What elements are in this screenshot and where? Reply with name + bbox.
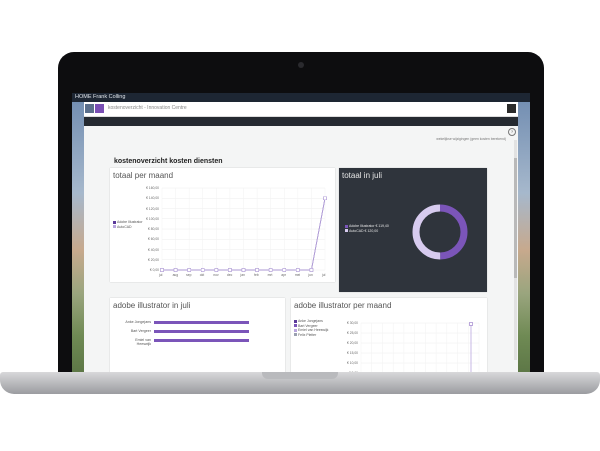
data-point [214, 268, 219, 272]
home-link[interactable]: HOME Frank Colling [75, 93, 125, 102]
data-point [282, 268, 286, 272]
donut-slice [439, 204, 468, 260]
data-point [323, 196, 327, 200]
help-icon[interactable]: ? [508, 128, 516, 136]
laptop-notch [262, 372, 338, 379]
data-point [241, 268, 246, 272]
line-chart-illustrator-per-maand [360, 322, 480, 374]
data-point [309, 268, 314, 272]
scrollbar-thumb[interactable] [514, 158, 517, 278]
data-point [201, 268, 205, 272]
nav-bar [84, 117, 518, 126]
data-point [268, 268, 273, 272]
app-window: kostenoverzicht - Innovation Centre ? we… [84, 102, 518, 379]
card-illustrator-per-maand: adobe illustrator per maand Anke Jongeja… [291, 298, 487, 379]
laptop-screen: HOME Frank Colling kostenoverzicht - Inn… [72, 93, 530, 379]
data-point [255, 268, 259, 272]
bar-label: Bart Vergeer [130, 329, 151, 333]
bar[interactable] [154, 339, 249, 342]
breadcrumb: kostenoverzicht - Innovation Centre [108, 105, 187, 111]
card-totaal-per-maand: totaal per maand Adobe Illustrator AutoC… [110, 168, 335, 282]
webcam-icon [298, 62, 304, 68]
data-point [173, 268, 178, 272]
app-logo-icon[interactable] [85, 104, 94, 113]
data-point [469, 322, 473, 326]
card-totaal-in-juli: totaal in juli Adobe Illustrator € 119,4… [339, 168, 487, 292]
data-point [160, 268, 164, 272]
data-point [228, 268, 232, 272]
card-title: adobe illustrator in juli [113, 301, 191, 310]
bar[interactable] [154, 330, 249, 333]
bar-label: Anke Jongejans [125, 320, 151, 324]
browser-topbar: HOME Frank Colling [72, 93, 530, 102]
bar-label: Emiel van Heeswijk [135, 338, 151, 346]
header-subtext: wekelijkse wijzigingen (geen kosten bere… [436, 137, 506, 141]
app-secondary-logo-icon[interactable] [95, 104, 104, 113]
card-illustrator-in-juli: adobe illustrator in juli Anke Jongejans… [110, 298, 285, 379]
page-title: kostenoverzicht kosten diensten [114, 158, 223, 165]
data-point [187, 268, 191, 272]
line-chart-totaal-per-maand [160, 187, 327, 272]
donut-chart-totaal-in-juli [412, 204, 468, 260]
data-point [296, 268, 300, 272]
user-icon[interactable] [507, 104, 516, 113]
donut-slice [412, 204, 441, 260]
scrollbar[interactable] [514, 140, 517, 360]
app-header: kostenoverzicht - Innovation Centre [84, 102, 518, 117]
bar[interactable] [154, 321, 249, 324]
